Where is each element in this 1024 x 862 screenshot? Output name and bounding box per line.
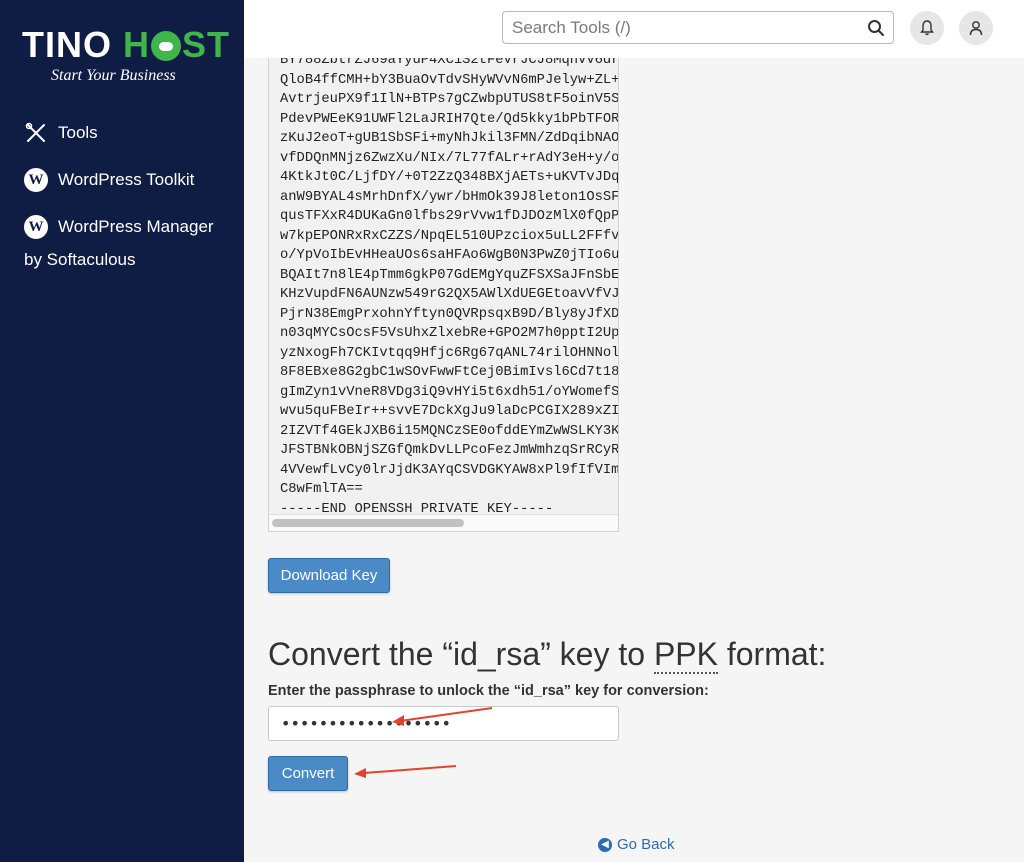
bell-icon bbox=[920, 20, 934, 36]
key-line: zKuJ2eoT+gUB1SbSFi+myNhJkil3FMN/ZdDqibNA… bbox=[280, 131, 619, 146]
key-line: 8F8EBxe8G2gbC1wSOvFwwFtCej0BimIvsl6Cd7t1… bbox=[280, 365, 619, 380]
horizontal-scrollbar[interactable] bbox=[269, 514, 618, 531]
search-icon[interactable] bbox=[867, 19, 885, 37]
private-key-textarea[interactable]: BY788ZbtrZJ69aYyuP4XC1S2tFeVrJCJ8MqnVV6d… bbox=[268, 58, 619, 532]
key-line: anW9BYAL4sMrhDnfX/ywr/bHmOk39J8leton1OsS… bbox=[280, 189, 619, 205]
wordpress-icon: W bbox=[24, 168, 48, 192]
key-line: 4VVewfLvCy0lrJjdK3AYqCSVDGKYAW8xPl9fIfVI… bbox=[280, 462, 619, 478]
key-line: QloB4ffCMH+bY3BuaOvTdvSHyWVvN6mPJelyw+ZL… bbox=[280, 72, 619, 88]
key-line: C8wFmlTA== bbox=[280, 482, 363, 497]
download-key-button[interactable]: Download Key bbox=[268, 558, 390, 593]
go-back-label: Go Back bbox=[617, 836, 675, 853]
wordpress-icon: W bbox=[24, 215, 48, 239]
annotation-arrow-icon bbox=[354, 765, 457, 778]
sidebar-item-wordpress-manager[interactable]: W WordPress Manager bbox=[24, 215, 214, 239]
tools-icon bbox=[24, 121, 48, 145]
cloud-logo-icon bbox=[151, 31, 182, 61]
key-line: PjrN38EmgPrxohnYftyn0QVRpsqxB9D/Bly8yJfX… bbox=[280, 306, 619, 322]
private-key-text: BY788ZbtrZJ69aYyuP4XC1S2tFeVrJCJ8MqnVV6d… bbox=[269, 58, 618, 519]
key-line: BQAIt7n8lE4pTmm6gkP07GdEMgYquZFSXSaJFnSb… bbox=[280, 267, 619, 283]
key-line: BY788ZbtrZJ69aYyuP4XC1S2tFeVrJCJ8MqnVV6d… bbox=[280, 58, 619, 68]
annotation-arrow-icon bbox=[392, 707, 493, 726]
ppk-abbr: PPK bbox=[653, 636, 718, 674]
key-line: vfDDQnMNjz6ZwzXu/NIx/7L77fALr+rAdY3eH+y/… bbox=[280, 150, 619, 166]
key-line: o/YpVoIbEvHHeaUOs6saHFAo6WgB0N3PwZ0jTIo6… bbox=[280, 248, 619, 263]
top-header bbox=[244, 0, 1024, 58]
logo-wordmark: TINO H ST bbox=[22, 24, 231, 65]
key-line: yzNxogFh7CKIvtqq9Hfjc6Rg67qANL74rilOHNNo… bbox=[280, 345, 619, 361]
key-line: AvtrjeuPX9f1IlN+BTPs7gCZwbpUTUS8tF5oinV5… bbox=[280, 92, 619, 107]
key-line: 4KtkJt0C/LjfDY/+0T2ZzQ348BXjAETs+uKVTvJD… bbox=[280, 170, 619, 185]
key-line: PdevPWEeK91UWFl2LaJRIH7Qte/Qd5kky1bPbTFO… bbox=[280, 111, 619, 127]
key-line: wvu5quFBeIr++svvE7DckXgJu9laDcPCGIX289xZ… bbox=[280, 404, 619, 419]
sidebar: TINO H ST Start Your Business Tools W Wor… bbox=[0, 0, 244, 862]
key-line: w7kpEPONRxRxCZZS/NpqEL510UPzciox5uLL2FFf… bbox=[280, 228, 619, 244]
key-line: 2IZVTf4GEkJXB6i15MQNCzSE0ofddEYmZwWSLKY3… bbox=[280, 423, 619, 439]
brand-logo[interactable]: TINO H ST Start Your Business bbox=[22, 24, 231, 85]
sidebar-item-label: WordPress Manager bbox=[58, 217, 214, 236]
search-input[interactable] bbox=[503, 12, 853, 43]
scrollbar-thumb[interactable] bbox=[272, 519, 464, 527]
sidebar-item-label: Tools bbox=[58, 123, 98, 142]
sidebar-item-wordpress-toolkit[interactable]: W WordPress Toolkit bbox=[24, 168, 194, 192]
key-line: KHzVupdFN6AUNzw549rG2QX5AWlXdUEGEtoavVfV… bbox=[280, 287, 619, 302]
search-box bbox=[502, 11, 894, 44]
arrow-left-circle-icon: ◀ bbox=[598, 837, 612, 852]
convert-heading: Convert the “id_rsa” key to PPK format: bbox=[268, 636, 827, 674]
notifications-button[interactable] bbox=[910, 11, 944, 45]
sidebar-item-label: WordPress Toolkit bbox=[58, 170, 195, 189]
logo-tagline: Start Your Business bbox=[51, 67, 176, 84]
user-menu-button[interactable] bbox=[959, 11, 993, 45]
key-line: JFSTBNkOBNjSZGfQmkDvLLPcoFezJmWmhzqSrRCy… bbox=[280, 443, 619, 458]
sidebar-item-tools[interactable]: Tools bbox=[24, 121, 98, 145]
key-line: gImZyn1vVneR8VDg3iQ9vHYi5t6xdh51/oYWomef… bbox=[280, 384, 619, 400]
go-back-link[interactable]: ◀ Go Back bbox=[598, 836, 675, 853]
key-line: qusTFXxR4DUKaGn0lfbs29rVvw1fDJDOzMlX0fQp… bbox=[280, 209, 619, 224]
passphrase-label: Enter the passphrase to unlock the “id_r… bbox=[268, 683, 709, 699]
user-icon bbox=[969, 21, 983, 36]
sidebar-item-sublabel[interactable]: by Softaculous bbox=[24, 250, 136, 270]
key-line: n03qMYCsOcsF5VsUhxZlxebRe+GPO2M7h0pptI2U… bbox=[280, 326, 619, 341]
convert-button[interactable]: Convert bbox=[268, 756, 348, 791]
